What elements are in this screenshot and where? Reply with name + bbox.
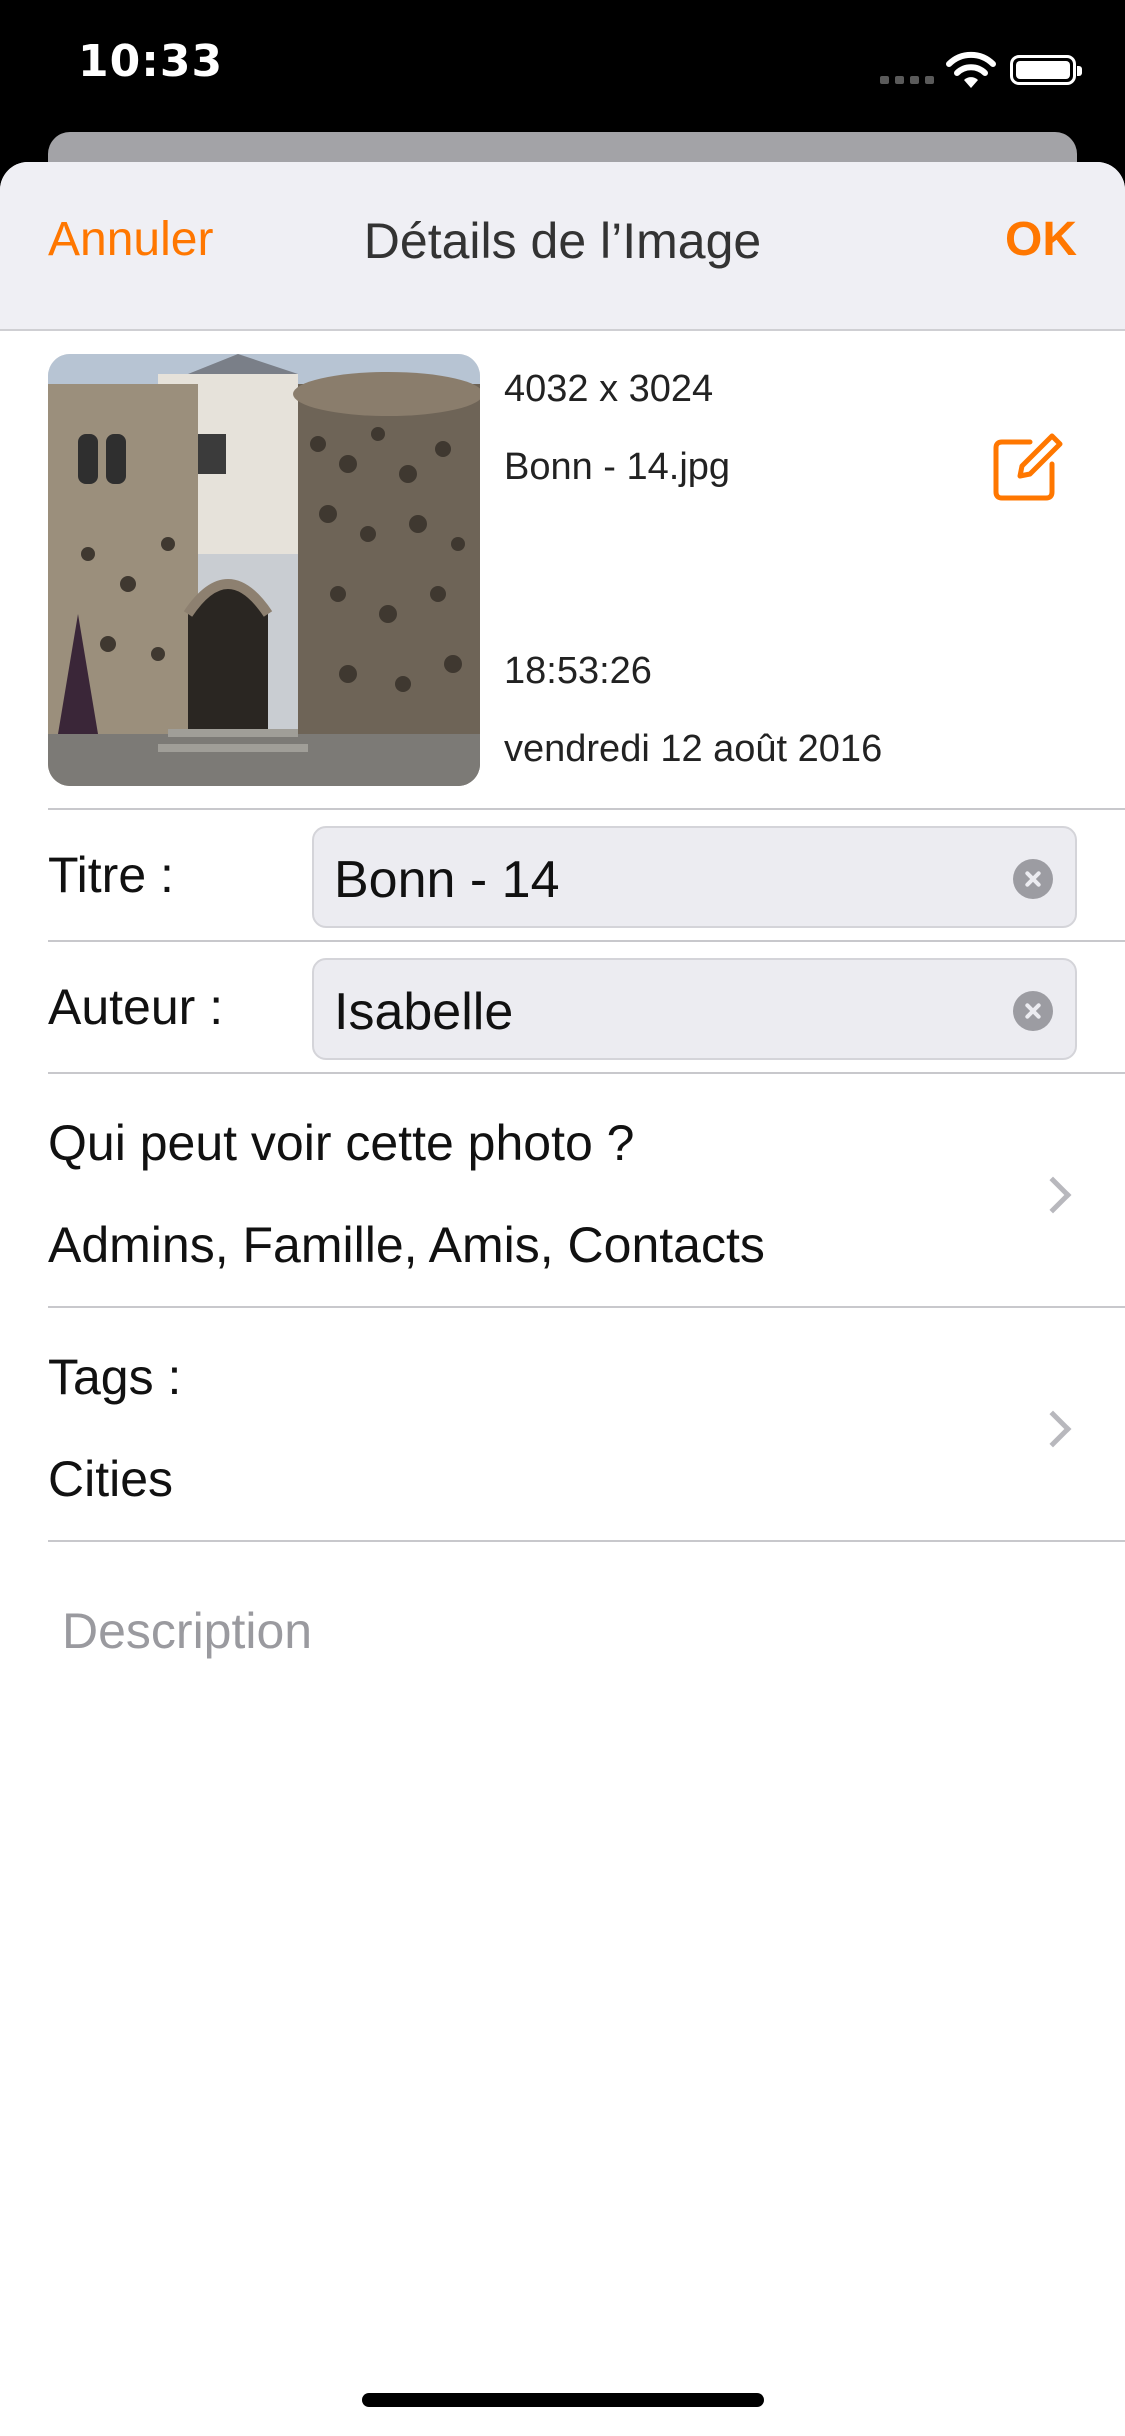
image-details-sheet: Annuler Détails de l’Image OK 4032 x 302… <box>0 162 1125 2436</box>
divider <box>48 808 1125 810</box>
author-field-value: Isabelle <box>334 983 514 1041</box>
divider <box>48 1540 1125 1542</box>
privacy-value: Admins, Famille, Amis, Contacts <box>48 1217 765 1273</box>
image-filename: Bonn - 14.jpg <box>504 446 731 488</box>
status-bar: 10:33 <box>0 0 1125 140</box>
image-dimensions: 4032 x 3024 <box>504 368 714 410</box>
description-field[interactable]: Description <box>62 1602 312 1660</box>
battery-icon <box>1010 55 1082 85</box>
title-field[interactable]: Bonn - 14 <box>312 826 1077 928</box>
image-thumbnail[interactable] <box>48 354 480 786</box>
clear-icon[interactable] <box>1013 991 1053 1031</box>
image-date: vendredi 12 août 2016 <box>504 728 883 770</box>
divider <box>48 1306 1125 1308</box>
image-time: 18:53:26 <box>504 650 652 692</box>
title-field-value: Bonn - 14 <box>334 851 560 909</box>
page-title: Détails de l’Image <box>363 213 762 269</box>
author-label: Auteur : <box>48 979 224 1035</box>
chevron-right-icon <box>1034 1176 1072 1214</box>
home-indicator <box>362 2393 764 2407</box>
tags-value: Cities <box>48 1451 174 1507</box>
status-time: 10:33 <box>78 36 224 87</box>
clear-icon[interactable] <box>1013 859 1053 899</box>
cellular-signal-icon <box>880 76 934 84</box>
privacy-label: Qui peut voir cette photo ? <box>48 1115 635 1171</box>
edit-icon[interactable] <box>990 430 1064 504</box>
chevron-right-icon <box>1034 1410 1072 1448</box>
tags-label: Tags : <box>48 1349 182 1405</box>
ok-button[interactable]: OK <box>1005 212 1077 267</box>
divider <box>48 940 1125 942</box>
wifi-icon <box>946 51 996 88</box>
navigation-bar: Annuler Détails de l’Image OK <box>0 162 1125 331</box>
author-field[interactable]: Isabelle <box>312 958 1077 1060</box>
title-label: Titre : <box>48 847 174 903</box>
divider <box>48 1072 1125 1074</box>
